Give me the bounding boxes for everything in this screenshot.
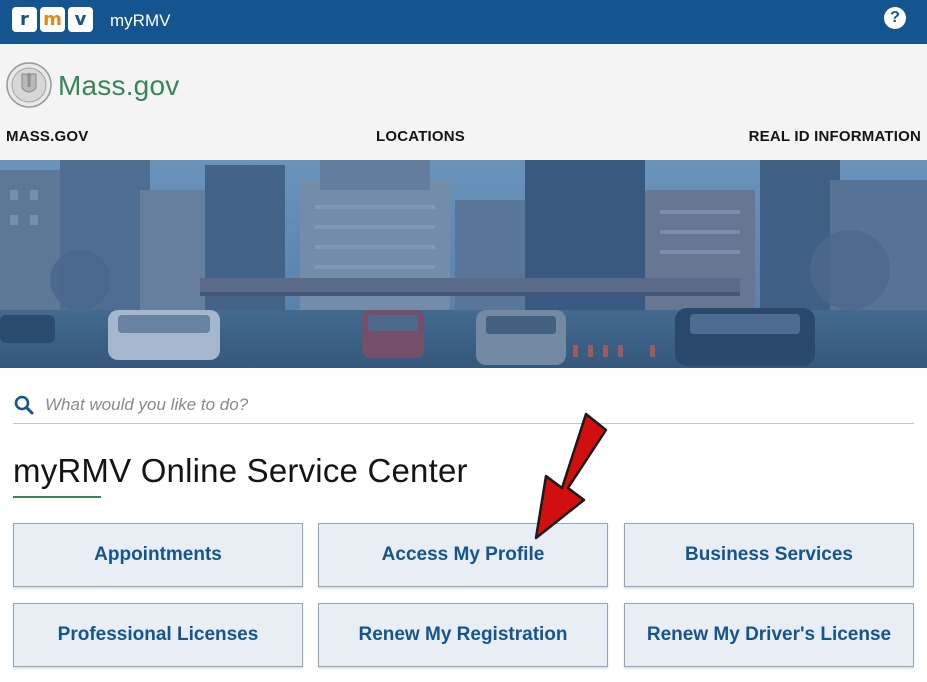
- search-input[interactable]: [45, 392, 905, 418]
- rmv-logo-letter-r: r: [12, 7, 37, 32]
- rmv-logo[interactable]: r m v: [12, 7, 93, 32]
- massachusetts-seal-icon[interactable]: [6, 62, 52, 108]
- red-arrow-annotation-icon: [534, 412, 608, 540]
- nav-link-real-id-information[interactable]: REAL ID INFORMATION: [749, 128, 921, 145]
- appointments-button[interactable]: Appointments: [13, 523, 303, 587]
- app-title: myRMV: [110, 11, 171, 30]
- business-services-button[interactable]: Business Services: [624, 523, 914, 587]
- hero-city-image: [0, 160, 927, 368]
- mass-gov-header: Mass.gov MASS.GOV LOCATIONS REAL ID INFO…: [0, 44, 927, 160]
- nav-link-locations[interactable]: LOCATIONS: [376, 128, 465, 145]
- renew-my-drivers-license-button[interactable]: Renew My Driver's License: [624, 603, 914, 667]
- mass-gov-wordmark[interactable]: Mass.gov: [58, 70, 179, 102]
- top-bar: r m v myRMV ?: [0, 0, 927, 44]
- search-icon[interactable]: [13, 394, 35, 416]
- title-underline: [13, 496, 101, 498]
- rmv-logo-letter-m: m: [40, 7, 65, 32]
- search-bar: [13, 388, 914, 424]
- question-circle-icon[interactable]: ?: [884, 7, 906, 29]
- page-title: myRMV Online Service Center: [13, 452, 468, 489]
- nav-link-mass-gov[interactable]: MASS.GOV: [6, 128, 88, 145]
- professional-licenses-button[interactable]: Professional Licenses: [13, 603, 303, 667]
- renew-my-registration-button[interactable]: Renew My Registration: [318, 603, 608, 667]
- rmv-logo-letter-v: v: [68, 7, 93, 32]
